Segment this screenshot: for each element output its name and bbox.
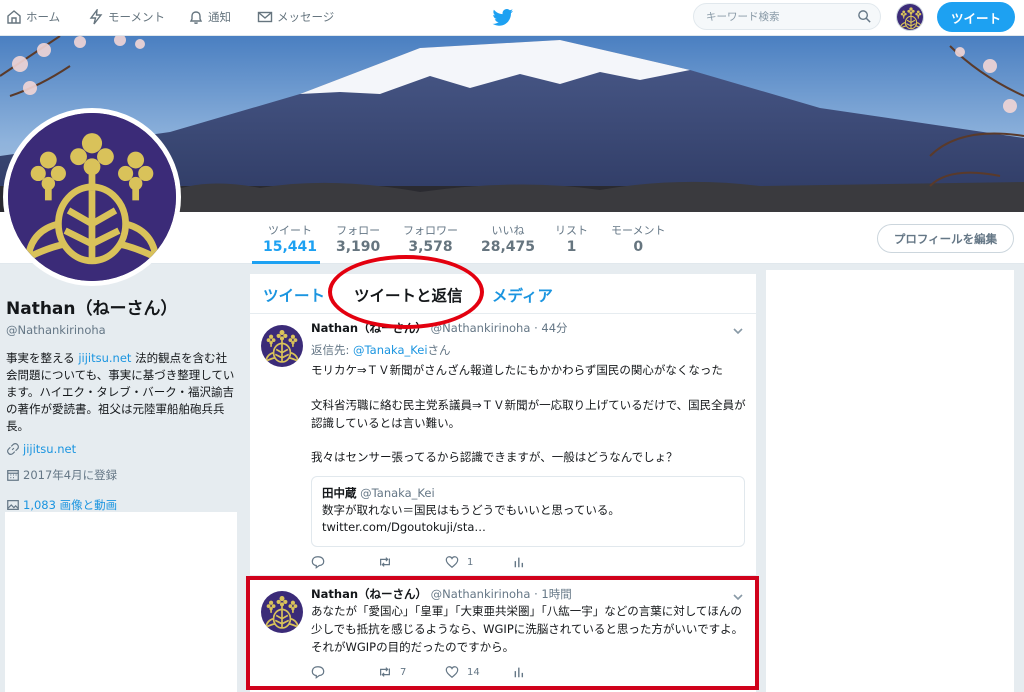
- stat-likes[interactable]: いいね 28,475: [481, 222, 535, 255]
- bio-link[interactable]: jijitsu.net: [78, 351, 131, 365]
- stat-following-label: フォロー: [336, 224, 381, 237]
- bio-text-pre: 事実を整える: [6, 351, 79, 365]
- reply-action[interactable]: [311, 555, 378, 569]
- profile-avatar[interactable]: [3, 108, 181, 286]
- nav-notifications[interactable]: 通知: [188, 0, 231, 34]
- nav-home-label: ホーム: [26, 10, 61, 24]
- stat-followers-value: 3,578: [408, 239, 453, 255]
- right-sidebar: [766, 270, 1014, 692]
- tweet-actions: 1: [311, 555, 579, 569]
- tweet-timestamp[interactable]: · 44分: [534, 321, 567, 335]
- nav-moments[interactable]: モーメント: [88, 0, 165, 34]
- like-count: 1: [467, 556, 474, 568]
- stat-likes-value: 28,475: [481, 239, 536, 255]
- analytics-action[interactable]: [512, 555, 579, 569]
- reply-to-line: 返信先: @Tanaka_Keiさん: [311, 342, 451, 358]
- stat-followers[interactable]: フォロワー 3,578: [403, 222, 458, 255]
- tweet-avatar[interactable]: [261, 325, 303, 367]
- search-input[interactable]: [694, 4, 844, 29]
- stat-tweets[interactable]: ツイート 15,441: [263, 222, 317, 255]
- top-nav: ホーム モーメント 通知 メッセージ ツイート: [0, 0, 1024, 36]
- annotation-rectangle: [246, 576, 759, 690]
- profile-handle[interactable]: @Nathankirinoha: [6, 323, 242, 337]
- active-stat-underline: [252, 261, 320, 264]
- profile-website: jijitsu.net: [6, 442, 76, 456]
- heart-icon: [445, 555, 459, 569]
- timeline-tabs: ツイート ツイートと返信 メディア: [250, 274, 756, 314]
- quote-text: 数字が取れない＝国民はもうどうでもいいと思っている。: [322, 503, 620, 517]
- stat-moments[interactable]: モーメント 0: [611, 222, 666, 255]
- retweet-action[interactable]: [378, 555, 445, 569]
- chevron-down-icon[interactable]: [732, 325, 744, 337]
- nav-messages-label: メッセージ: [277, 10, 335, 24]
- tweet-text-p3: 我々はセンサー張ってるから認識できますが、一般はどうなんでしょ？: [311, 450, 678, 464]
- calendar-icon: [7, 470, 19, 481]
- profile-bio: 事実を整える jijitsu.net 法的観点を含む社会問題についても、事実に基…: [6, 350, 238, 435]
- stat-moments-value: 0: [633, 239, 644, 255]
- tab-media[interactable]: メディア: [492, 284, 553, 306]
- profile-media-link[interactable]: 1,083 画像と動画: [6, 497, 117, 513]
- profile-name: Nathan（ねーさん）: [6, 299, 178, 319]
- search-icon[interactable]: [857, 9, 872, 24]
- stat-following[interactable]: フォロー 3,190: [336, 222, 380, 255]
- quote-author-handle: @Tanaka_Kei: [360, 486, 435, 500]
- stat-following-value: 3,190: [336, 239, 381, 255]
- stat-tweets-label: ツイート: [268, 224, 313, 237]
- analytics-icon: [512, 555, 526, 569]
- home-icon: [7, 10, 21, 24]
- reply-to-suffix: さん: [427, 343, 451, 357]
- tweet-text-p2: 文科省汚職に絡む民主党系議員⇒ＴＶ新聞が一応取り上げているだけで、国民全員が認識…: [311, 398, 746, 430]
- quoted-tweet[interactable]: 田中蔵 @Tanaka_Kei 数字が取れない＝国民はもうどうでもいいと思ってい…: [311, 476, 745, 547]
- bell-icon: [189, 11, 203, 24]
- envelope-icon: [257, 11, 273, 23]
- tweet-button[interactable]: ツイート: [937, 2, 1015, 32]
- tweet-text-p1: モリカケ⇒ＴＶ新聞がさんざん報道したにもかかわらず国民の関心がなくなった: [311, 363, 723, 377]
- image-icon: [7, 500, 19, 510]
- link-icon: [7, 443, 19, 455]
- reply-to-prefix: 返信先:: [311, 343, 354, 357]
- joined-text: 2017年4月に登録: [23, 468, 118, 482]
- reply-icon: [311, 555, 325, 569]
- tweet-item[interactable]: Nathan（ねーさん） @Nathankirinoha · 44分 返信先: …: [250, 315, 756, 576]
- lightning-icon: [89, 9, 103, 25]
- nav-home[interactable]: ホーム: [6, 0, 60, 34]
- annotation-oval: [328, 255, 484, 329]
- retweet-icon: [378, 555, 392, 569]
- edit-profile-button[interactable]: プロフィールを編集: [877, 224, 1014, 253]
- profile-joined: 2017年4月に登録: [6, 467, 117, 483]
- nav-avatar[interactable]: [896, 3, 924, 31]
- quote-link[interactable]: twitter.com/Dgoutokuji/sta…: [322, 519, 734, 536]
- tab-tweets[interactable]: ツイート: [263, 284, 325, 306]
- stat-followers-label: フォロワー: [403, 224, 458, 237]
- nav-messages[interactable]: メッセージ: [257, 0, 334, 34]
- stat-lists[interactable]: リスト 1: [555, 222, 588, 255]
- search-box[interactable]: [693, 3, 881, 30]
- nav-notifications-label: 通知: [208, 10, 231, 24]
- photo-rail: [5, 512, 237, 692]
- reply-to-mention[interactable]: @Tanaka_Kei: [353, 343, 428, 357]
- like-action[interactable]: 1: [445, 555, 512, 569]
- media-count-link[interactable]: 1,083 画像と動画: [23, 497, 117, 513]
- nav-moments-label: モーメント: [108, 10, 166, 24]
- stat-lists-label: リスト: [555, 224, 588, 237]
- profile-card: Nathan（ねーさん） @Nathankirinoha 事実を整える jiji…: [6, 294, 242, 512]
- twitter-bird-icon[interactable]: [492, 8, 514, 28]
- stat-moments-label: モーメント: [611, 224, 666, 237]
- quote-author-name: 田中蔵: [322, 486, 357, 500]
- stat-likes-label: いいね: [491, 224, 525, 237]
- stat-lists-value: 1: [566, 239, 577, 255]
- website-link[interactable]: jijitsu.net: [23, 442, 76, 456]
- stat-tweets-value: 15,441: [263, 239, 318, 255]
